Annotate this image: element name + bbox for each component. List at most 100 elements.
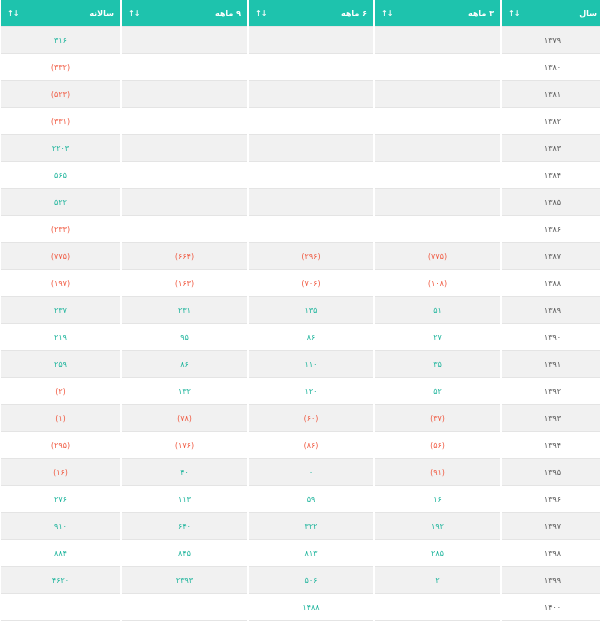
cell-year: ۱۳۸۳ — [502, 135, 600, 162]
cell-6-months: ۱۲۰ — [249, 378, 373, 405]
cell-6-months: (۷۰۶) — [249, 270, 373, 297]
cell-3-months: ۳۵ — [375, 351, 500, 378]
cell-9-months — [122, 216, 247, 243]
table-row: ۱۳۹۸ ۲۸۵ ۸۱۳ ۸۴۵ ۸۸۴ — [1, 540, 600, 567]
cell-3-months: ۵۱ — [375, 297, 500, 324]
cell-9-months — [122, 81, 247, 108]
data-table: سال ↓↑ ۳ ماهه ↓↑ ۶ ماهه ↓↑ ۹ ماهه ↓↑ سالانه ↓… — [0, 0, 600, 621]
cell-year: ۱۳۸۴ — [502, 162, 600, 189]
cell-annual: (۱) — [1, 405, 120, 432]
cell-year: ۱۴۰۰ — [502, 594, 600, 621]
table-row: ۱۳۹۴ (۵۶) (۸۶) (۱۷۶) (۲۹۵) — [1, 432, 600, 459]
cell-6-months: ۱۳۵ — [249, 297, 373, 324]
cell-year: ۱۳۹۵ — [502, 459, 600, 486]
cell-annual: (۳۳۲) — [1, 54, 120, 81]
cell-3-months — [375, 54, 500, 81]
table-row: ۱۳۸۲ (۳۳۱) — [1, 108, 600, 135]
cell-9-months: (۱۷۶) — [122, 432, 247, 459]
cell-6-months: (۸۶) — [249, 432, 373, 459]
cell-year: ۱۳۷۹ — [502, 27, 600, 54]
cell-9-months: ۱۱۳ — [122, 486, 247, 513]
column-header-annual[interactable]: سالانه ↓↑ — [1, 0, 120, 27]
cell-year: ۱۳۹۰ — [502, 324, 600, 351]
cell-annual: ۵۶۵ — [1, 162, 120, 189]
cell-annual: ۵۲۲ — [1, 189, 120, 216]
sort-icon[interactable]: ↓↑ — [7, 9, 19, 18]
cell-9-months: ۹۵ — [122, 324, 247, 351]
sort-icon[interactable]: ↓↑ — [381, 9, 393, 18]
cell-annual: (۱۹۷) — [1, 270, 120, 297]
cell-3-months — [375, 81, 500, 108]
table-row: ۱۳۸۱ (۵۲۳) — [1, 81, 600, 108]
cell-9-months: ۴۰ — [122, 459, 247, 486]
cell-6-months — [249, 189, 373, 216]
sort-icon[interactable]: ↓↑ — [508, 9, 520, 18]
cell-9-months — [122, 108, 247, 135]
cell-6-months: ۵۹ — [249, 486, 373, 513]
cell-3-months: (۵۶) — [375, 432, 500, 459]
table-row: ۱۳۸۴ ۵۶۵ — [1, 162, 600, 189]
cell-6-months — [249, 81, 373, 108]
cell-annual: (۲۳۳) — [1, 216, 120, 243]
cell-6-months — [249, 27, 373, 54]
cell-6-months: ۰ — [249, 459, 373, 486]
column-header-3-months[interactable]: ۳ ماهه ↓↑ — [375, 0, 500, 27]
cell-9-months: (۱۶۳) — [122, 270, 247, 297]
cell-3-months — [375, 594, 500, 621]
cell-year: ۱۳۸۱ — [502, 81, 600, 108]
cell-9-months: ۸۴۵ — [122, 540, 247, 567]
cell-9-months — [122, 54, 247, 81]
cell-9-months: ۱۳۲ — [122, 378, 247, 405]
cell-3-months: ۱۶ — [375, 486, 500, 513]
cell-3-months — [375, 162, 500, 189]
table-row: ۱۳۹۲ ۵۲ ۱۲۰ ۱۳۲ (۲) — [1, 378, 600, 405]
cell-year: ۱۳۸۵ — [502, 189, 600, 216]
cell-year: ۱۳۹۴ — [502, 432, 600, 459]
cell-9-months — [122, 162, 247, 189]
cell-annual: ۸۸۴ — [1, 540, 120, 567]
cell-6-months: ۸۱۳ — [249, 540, 373, 567]
table-row: ۱۳۸۶ (۲۳۳) — [1, 216, 600, 243]
cell-3-months: (۳۷) — [375, 405, 500, 432]
cell-annual: (۲) — [1, 378, 120, 405]
cell-9-months: ۲۳۹۳ — [122, 567, 247, 594]
table-row: ۱۳۹۳ (۳۷) (۶۰) (۷۸) (۱) — [1, 405, 600, 432]
sort-icon[interactable]: ↓↑ — [255, 9, 267, 18]
cell-annual: ۴۶۲۰ — [1, 567, 120, 594]
cell-6-months: ۸۶ — [249, 324, 373, 351]
column-header-6-months[interactable]: ۶ ماهه ↓↑ — [249, 0, 373, 27]
cell-annual: (۲۹۵) — [1, 432, 120, 459]
header-row: سال ↓↑ ۳ ماهه ↓↑ ۶ ماهه ↓↑ ۹ ماهه ↓↑ سالانه ↓… — [1, 0, 600, 27]
cell-year: ۱۳۹۸ — [502, 540, 600, 567]
cell-9-months — [122, 189, 247, 216]
cell-annual: (۵۲۳) — [1, 81, 120, 108]
cell-6-months: ۱۱۰ — [249, 351, 373, 378]
cell-year: ۱۳۹۷ — [502, 513, 600, 540]
cell-annual: (۳۳۱) — [1, 108, 120, 135]
cell-9-months: ۸۶ — [122, 351, 247, 378]
column-header-9-months[interactable]: ۹ ماهه ↓↑ — [122, 0, 247, 27]
cell-6-months: ۳۲۲ — [249, 513, 373, 540]
cell-9-months: ۲۳۱ — [122, 297, 247, 324]
table-row: ۱۳۹۹ ۲ ۵۰۶ ۲۳۹۳ ۴۶۲۰ — [1, 567, 600, 594]
cell-9-months: (۶۶۴) — [122, 243, 247, 270]
cell-year: ۱۳۹۲ — [502, 378, 600, 405]
cell-year: ۱۳۸۲ — [502, 108, 600, 135]
cell-3-months — [375, 216, 500, 243]
cell-6-months: (۲۹۶) — [249, 243, 373, 270]
column-header-year[interactable]: سال ↓↑ — [502, 0, 600, 27]
cell-9-months — [122, 27, 247, 54]
column-label-3-months: ۳ ماهه — [467, 8, 494, 18]
cell-9-months: ۶۴۰ — [122, 513, 247, 540]
cell-3-months: ۲ — [375, 567, 500, 594]
cell-annual: ۳۱۶ — [1, 27, 120, 54]
table-row: ۱۳۹۵ (۹۱) ۰ ۴۰ (۱۶) — [1, 459, 600, 486]
sort-icon[interactable]: ↓↑ — [128, 9, 140, 18]
cell-year: ۱۳۹۹ — [502, 567, 600, 594]
table-row: ۱۳۸۸ (۱۰۸) (۷۰۶) (۱۶۳) (۱۹۷) — [1, 270, 600, 297]
cell-year: ۱۳۸۷ — [502, 243, 600, 270]
cell-3-months: (۷۷۵) — [375, 243, 500, 270]
cell-6-months — [249, 216, 373, 243]
table-body: ۱۳۷۹ ۳۱۶ ۱۳۸۰ (۳۳۲) ۱۳۸۱ (۵۲۳) ۱۳۸۲ (۳۳۱) ۱۳۸۳ ۲۲… — [1, 27, 600, 621]
cell-year: ۱۳۹۱ — [502, 351, 600, 378]
